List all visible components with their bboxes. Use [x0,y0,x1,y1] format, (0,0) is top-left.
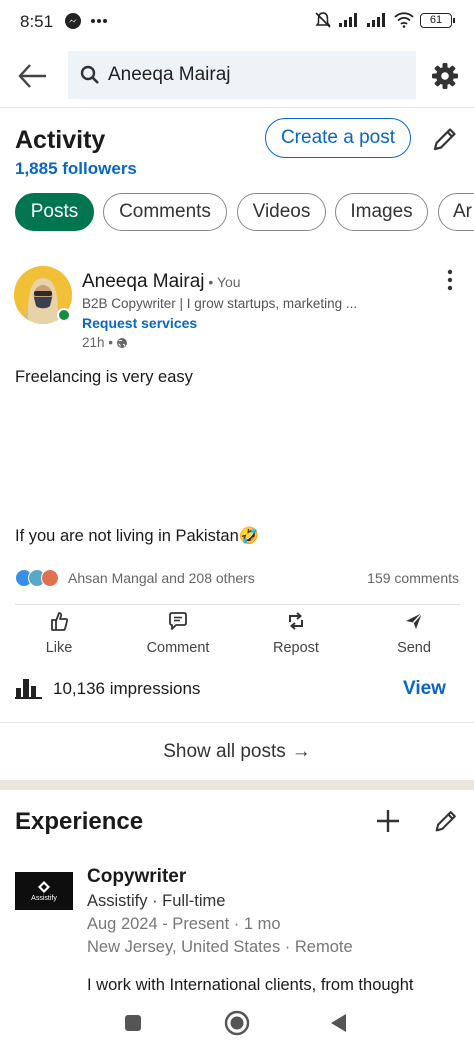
online-status-indicator [57,308,71,322]
more-notifications-icon [91,19,107,23]
home-circle-icon[interactable] [224,1010,250,1036]
company-logo[interactable]: Assistify [15,872,73,910]
like-label: Like [45,640,73,656]
reaction-icons [15,569,59,587]
post-actions: Like Comment Repost Send [0,610,474,656]
gear-icon[interactable] [430,61,460,91]
mute-bell-icon [315,12,331,28]
analytics-bar-icon [15,679,42,699]
show-all-posts-label: Show all posts [163,740,286,762]
divider [15,604,460,605]
tab-articles[interactable]: Ar [438,193,474,231]
send-icon [406,612,423,629]
comment-button[interactable]: Comment [133,610,223,656]
post-author-name: Aneeqa Mairaj [82,271,205,292]
job-title: Copywriter [87,866,187,887]
impressions-count: 10,136 impressions [53,679,201,698]
thumbs-up-icon [51,612,69,631]
show-all-posts-button[interactable]: Show all posts → [0,722,474,780]
comments-count[interactable]: 159 comments [367,570,459,586]
section-divider [0,780,474,790]
tab-videos[interactable]: Videos [237,193,326,231]
followers-count[interactable]: 1,885 followers [15,159,137,179]
back-arrow-icon[interactable] [14,60,50,92]
post-text-line-1: Freelancing is very easy [15,368,193,386]
battery-level: 61 [429,14,443,26]
more-options-icon[interactable] [440,268,460,292]
job-company: Assistify · Full-time [87,892,226,910]
job-location: New Jersey, United States · Remote [87,938,353,956]
job-description: I work with International clients, from … [87,976,414,994]
request-services-link[interactable]: Request services [82,315,197,331]
repost-button[interactable]: Repost [251,610,341,656]
experience-pencil-icon[interactable] [432,807,460,835]
love-reaction-icon [41,569,59,587]
recents-square-icon[interactable] [120,1010,146,1036]
search-icon [80,65,99,84]
tab-posts[interactable]: Posts [15,193,94,231]
reactors-text[interactable]: Ahsan Mangal and 208 others [68,570,255,586]
status-time: 8:51 [20,12,54,31]
activity-title: Activity [15,126,106,154]
search-query: Aneeqa Mairaj [108,64,231,85]
top-bar: Aneeqa Mairaj [0,44,474,108]
company-logo-text: Assistify [31,894,57,902]
reactions-summary[interactable]: Ahsan Mangal and 208 others 159 comments [0,568,474,590]
status-system-icons: 61 [314,11,455,29]
post-time-text: 21h • [82,335,114,350]
signal-icon-2 [367,13,385,27]
activity-header: Activity 1,885 followers Create a post [0,112,474,190]
impressions-row: 10,136 impressions View [0,673,474,705]
back-triangle-icon[interactable] [326,1010,352,1036]
post-author-you: • You [204,274,241,290]
pencil-icon[interactable] [430,124,460,154]
like-button[interactable]: Like [14,610,104,656]
comment-label: Comment [146,640,210,656]
experience-title: Experience [15,808,144,835]
status-notifications [64,12,108,30]
tab-images[interactable]: Images [335,193,428,231]
view-analytics-link[interactable]: View [403,678,446,700]
messenger-icon [65,13,81,29]
status-bar: 8:51 61 [0,0,474,44]
activity-filter-tabs: Posts Comments Videos Images Ar [0,192,474,234]
post-timestamp: 21h • [82,335,128,350]
arrow-right-icon: → [291,740,311,762]
assistify-logo-icon [38,880,50,893]
send-label: Send [397,640,431,656]
add-icon[interactable] [374,807,402,835]
send-button[interactable]: Send [369,610,459,656]
comment-icon [169,612,187,630]
post-author[interactable]: Aneeqa Mairaj • You [82,271,241,293]
wifi-icon [394,12,414,28]
globe-icon [117,337,128,348]
author-headline: B2B Copywriter | I grow startups, market… [82,296,358,311]
post-text-line-2: If you are not living in Pakistan🤣 [15,527,260,545]
signal-icon [339,13,357,27]
repost-icon [289,612,303,630]
system-nav-bar [0,1000,474,1053]
tab-comments[interactable]: Comments [103,193,227,231]
battery-icon: 61 [420,12,455,28]
search-input[interactable]: Aneeqa Mairaj [68,51,416,99]
create-post-button[interactable]: Create a post [265,118,411,158]
job-dates: Aug 2024 - Present · 1 mo [87,915,281,933]
repost-label: Repost [273,640,319,656]
